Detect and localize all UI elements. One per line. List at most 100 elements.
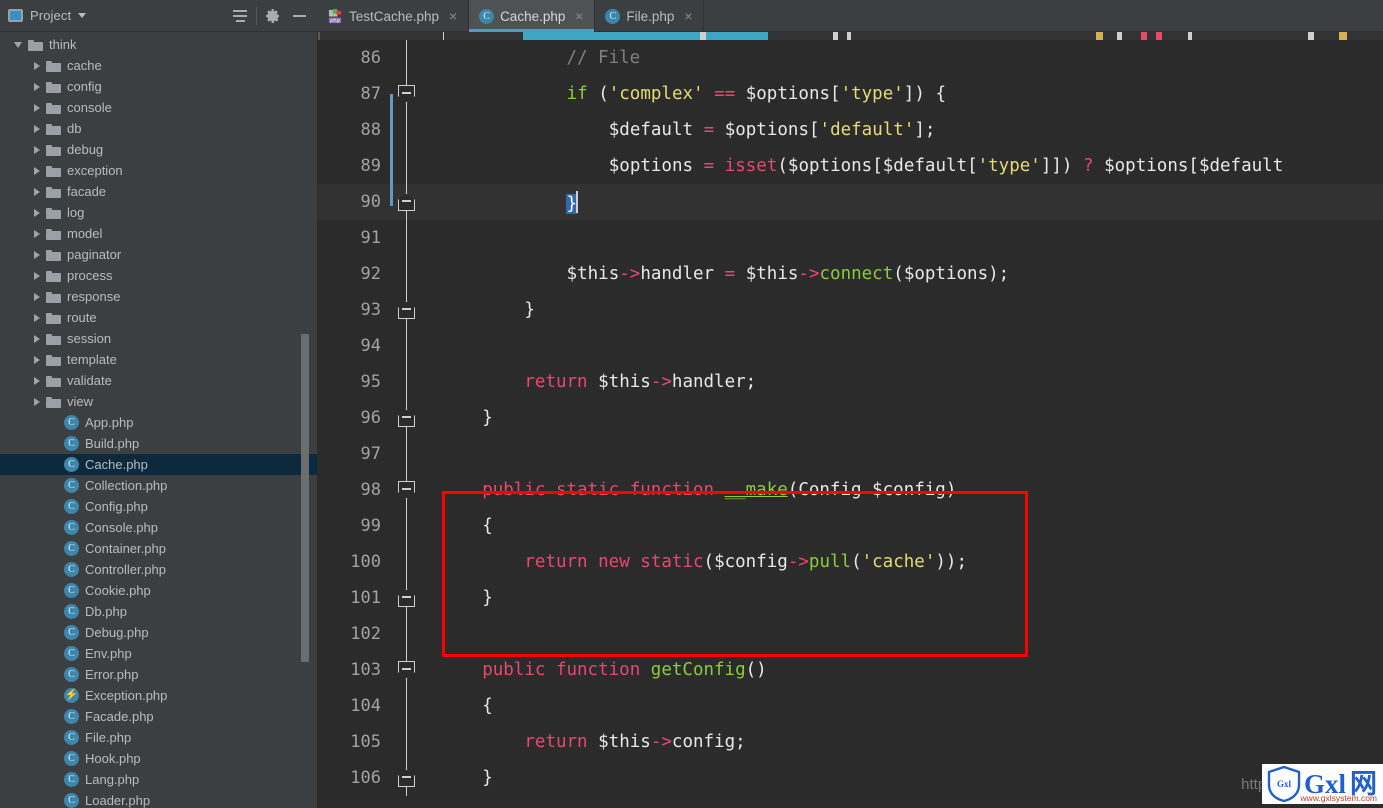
- chevron-right-icon[interactable]: [32, 334, 42, 344]
- chevron-right-icon[interactable]: [32, 103, 42, 113]
- tree-item-log[interactable]: log: [0, 202, 317, 223]
- code-line[interactable]: 97: [318, 436, 1383, 472]
- chevron-right-icon[interactable]: [32, 229, 42, 239]
- collapse-all-button[interactable]: [227, 3, 253, 29]
- tree-item-build-php[interactable]: C Build.php: [0, 433, 317, 454]
- code-line[interactable]: 101 }: [318, 580, 1383, 616]
- tree-item-lang-php[interactable]: C Lang.php: [0, 769, 317, 790]
- fold-toggle-icon[interactable]: [398, 481, 415, 499]
- fold-toggle-icon[interactable]: [398, 301, 415, 319]
- sidebar-scrollbar-thumb[interactable]: [301, 334, 309, 662]
- code-line[interactable]: 102: [318, 616, 1383, 652]
- tree-item-app-php[interactable]: C App.php: [0, 412, 317, 433]
- code-line[interactable]: 96 }: [318, 400, 1383, 436]
- code-line[interactable]: 103 public function getConfig(): [318, 652, 1383, 688]
- tree-item-container-php[interactable]: C Container.php: [0, 538, 317, 559]
- tree-item-cookie-php[interactable]: C Cookie.php: [0, 580, 317, 601]
- fold-toggle-icon[interactable]: [398, 85, 415, 103]
- tab-testcache-php[interactable]: php TestCache.php ×: [318, 0, 470, 32]
- fold-toggle-icon[interactable]: [398, 589, 415, 607]
- fold-gutter[interactable]: [390, 436, 424, 472]
- tree-item-cache[interactable]: cache: [0, 55, 317, 76]
- chevron-right-icon[interactable]: [32, 208, 42, 218]
- code-line[interactable]: 93 }: [318, 292, 1383, 328]
- chevron-right-icon[interactable]: [32, 313, 42, 323]
- fold-gutter[interactable]: [390, 616, 424, 652]
- tree-item-config-php[interactable]: C Config.php: [0, 496, 317, 517]
- minimize-panel-button[interactable]: [286, 3, 312, 29]
- chevron-right-icon[interactable]: [32, 82, 42, 92]
- code-line[interactable]: 95 return $this->handler;: [318, 364, 1383, 400]
- code-line[interactable]: 106 }: [318, 760, 1383, 796]
- code-line[interactable]: 98 public static function __make(Config …: [318, 472, 1383, 508]
- fold-gutter[interactable]: [390, 688, 424, 724]
- chevron-right-icon[interactable]: [32, 250, 42, 260]
- tree-item-collection-php[interactable]: C Collection.php: [0, 475, 317, 496]
- tab-close-icon[interactable]: ×: [682, 9, 694, 23]
- chevron-right-icon[interactable]: [32, 145, 42, 155]
- code-line[interactable]: 92 $this->handler = $this->connect($opti…: [318, 256, 1383, 292]
- tab-cache-php[interactable]: C Cache.php ×: [469, 0, 596, 32]
- code-line[interactable]: 105 return $this->config;: [318, 724, 1383, 760]
- fold-gutter[interactable]: [390, 220, 424, 256]
- chevron-right-icon[interactable]: [32, 61, 42, 71]
- tree-item-file-php[interactable]: C File.php: [0, 727, 317, 748]
- tree-item-facade-php[interactable]: C Facade.php: [0, 706, 317, 727]
- tree-item-think[interactable]: think: [0, 34, 317, 55]
- code-line[interactable]: 94: [318, 328, 1383, 364]
- fold-gutter[interactable]: [390, 724, 424, 760]
- fold-gutter[interactable]: [390, 292, 424, 328]
- fold-gutter[interactable]: [390, 472, 424, 508]
- fold-gutter[interactable]: [390, 580, 424, 616]
- code-line[interactable]: 86 // File: [318, 40, 1383, 76]
- code-line[interactable]: 87 if ('complex' == $options['type']) {: [318, 76, 1383, 112]
- fold-gutter[interactable]: [390, 760, 424, 796]
- tree-item-debug-php[interactable]: C Debug.php: [0, 622, 317, 643]
- tree-item-exception-php[interactable]: ⚡ Exception.php: [0, 685, 317, 706]
- code-line[interactable]: 104 {: [318, 688, 1383, 724]
- fold-toggle-icon[interactable]: [398, 193, 415, 211]
- code-lines-container[interactable]: 86 // File 87 if ('complex' == $options['…: [318, 40, 1383, 808]
- code-line[interactable]: 99 {: [318, 508, 1383, 544]
- tree-item-paginator[interactable]: paginator: [0, 244, 317, 265]
- code-line[interactable]: 91: [318, 220, 1383, 256]
- fold-toggle-icon[interactable]: [398, 769, 415, 787]
- tree-item-console-php[interactable]: C Console.php: [0, 517, 317, 538]
- tree-item-error-php[interactable]: C Error.php: [0, 664, 317, 685]
- chevron-right-icon[interactable]: [32, 166, 42, 176]
- fold-toggle-icon[interactable]: [398, 409, 415, 427]
- code-editor[interactable]: 86 // File 87 if ('complex' == $options['…: [318, 32, 1383, 808]
- fold-gutter[interactable]: [390, 328, 424, 364]
- tree-item-loader-php[interactable]: C Loader.php: [0, 790, 317, 808]
- tree-item-db-php[interactable]: C Db.php: [0, 601, 317, 622]
- tree-item-session[interactable]: session: [0, 328, 317, 349]
- tree-item-route[interactable]: route: [0, 307, 317, 328]
- fold-toggle-icon[interactable]: [398, 661, 415, 679]
- settings-button[interactable]: [260, 3, 286, 29]
- code-line[interactable]: 89 $options = isset($options[$default['t…: [318, 148, 1383, 184]
- fold-gutter[interactable]: [390, 184, 424, 220]
- tree-item-debug[interactable]: debug: [0, 139, 317, 160]
- tree-item-model[interactable]: model: [0, 223, 317, 244]
- tree-item-exception[interactable]: exception: [0, 160, 317, 181]
- code-line[interactable]: 88 $default = $options['default'];: [318, 112, 1383, 148]
- fold-gutter[interactable]: [390, 256, 424, 292]
- fold-gutter[interactable]: [390, 76, 424, 112]
- fold-gutter[interactable]: [390, 364, 424, 400]
- chevron-down-icon[interactable]: [78, 13, 87, 18]
- tree-item-env-php[interactable]: C Env.php: [0, 643, 317, 664]
- code-line[interactable]: 100 return new static($config->pull('cac…: [318, 544, 1383, 580]
- tab-file-php[interactable]: C File.php ×: [595, 0, 705, 32]
- fold-gutter[interactable]: [390, 544, 424, 580]
- fold-gutter[interactable]: [390, 652, 424, 688]
- code-line[interactable]: 90 }: [318, 184, 1383, 220]
- tab-close-icon[interactable]: ×: [573, 9, 585, 23]
- fold-gutter[interactable]: [390, 400, 424, 436]
- tree-item-process[interactable]: process: [0, 265, 317, 286]
- chevron-right-icon[interactable]: [32, 187, 42, 197]
- project-tree-panel[interactable]: think cache config console db debug exception f…: [0, 32, 318, 808]
- tree-item-db[interactable]: db: [0, 118, 317, 139]
- tree-item-controller-php[interactable]: C Controller.php: [0, 559, 317, 580]
- chevron-right-icon[interactable]: [32, 397, 42, 407]
- fold-gutter[interactable]: [390, 112, 424, 148]
